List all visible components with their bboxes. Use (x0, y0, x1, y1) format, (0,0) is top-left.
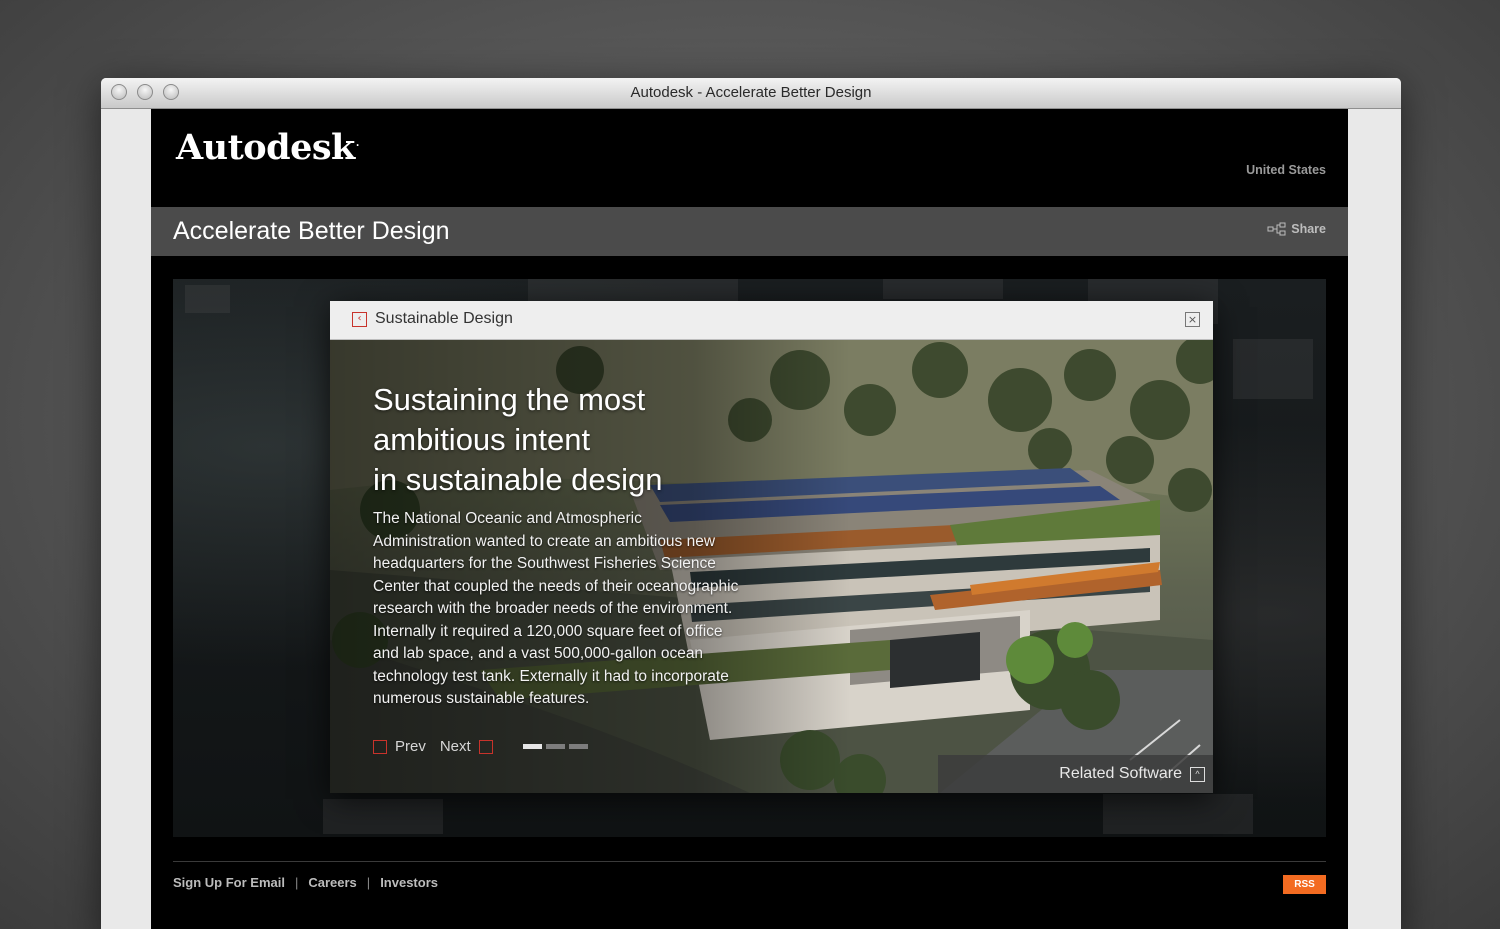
share-label: Share (1291, 222, 1326, 236)
rss-button[interactable]: RSS (1283, 875, 1326, 894)
slide-dot[interactable] (545, 744, 565, 749)
body-line: The National Oceanic and Atmospheric (373, 510, 642, 527)
footer-divider (173, 861, 1326, 862)
modal-title: Sustainable Design (375, 310, 513, 327)
feature-stage: ‹ Sustainable Design × Sustaining the mo… (173, 279, 1326, 837)
body-line: headquarters for the Southwest Fisheries… (373, 555, 716, 572)
body-line: research with the broader needs of the e… (373, 600, 733, 617)
slide-dot-active[interactable] (522, 744, 542, 749)
slide-dot[interactable] (568, 744, 588, 749)
body-line: Center that coupled the needs of their o… (373, 577, 739, 595)
next-button[interactable]: Next (440, 738, 471, 755)
headline-line: ambitious intent (373, 422, 591, 457)
background-tile (528, 279, 738, 301)
expand-up-icon: ^ (1190, 766, 1205, 782)
region-selector[interactable]: United States (1246, 163, 1326, 177)
body-line: technology test tank. Externally it had … (373, 667, 729, 685)
prev-arrow-icon[interactable] (373, 739, 387, 754)
background-tile (323, 799, 443, 834)
body-line: Administration wanted to create an ambit… (373, 532, 716, 550)
body-line: Internally it required a 120,000 square … (373, 622, 723, 640)
window-title: Autodesk - Accelerate Better Design (630, 84, 872, 101)
footer-link-email[interactable]: Sign Up For Email (173, 875, 285, 890)
web-page: Autodesk. United States Accelerate Bette… (151, 109, 1348, 929)
footer-separator: | (366, 875, 371, 890)
background-tile (185, 285, 230, 313)
background-tile (1103, 794, 1253, 834)
sustainable-design-modal: ‹ Sustainable Design × Sustaining the mo… (330, 301, 1213, 793)
building-photo: Sustaining the most ambitious intent in … (330, 340, 1213, 793)
body-line: and lab space, and a vast 500,000-gallon… (373, 645, 704, 662)
feature-description: The National Oceanic and Atmospheric Adm… (373, 508, 773, 711)
page-title: Accelerate Better Design (173, 217, 450, 245)
window-titlebar: Autodesk - Accelerate Better Design (101, 78, 1401, 109)
share-icon (1267, 222, 1286, 236)
footer-links: Sign Up For Email | Careers | Investors (173, 875, 438, 890)
browser-window: Autodesk - Accelerate Better Design Auto… (101, 78, 1401, 929)
related-software-label: Related Software (1059, 765, 1182, 782)
feature-headline: Sustaining the most ambitious intent in … (373, 380, 733, 500)
body-line: numerous sustainable features. (373, 690, 590, 707)
page-title-bar: Accelerate Better Design Share (151, 207, 1348, 256)
headline-line: Sustaining the most (373, 382, 646, 417)
slide-pager: Prev Next (373, 738, 588, 755)
background-tile (1233, 339, 1313, 399)
footer-link-investors[interactable]: Investors (380, 875, 438, 890)
autodesk-logo[interactable]: Autodesk. (176, 127, 359, 168)
footer-separator: | (294, 875, 299, 890)
next-arrow-icon[interactable] (478, 739, 493, 754)
close-icon[interactable]: × (1185, 312, 1200, 327)
prev-button[interactable]: Prev (395, 738, 426, 755)
slide-indicator (522, 744, 588, 749)
back-icon[interactable]: ‹ (352, 312, 367, 327)
background-tile (883, 279, 1003, 299)
modal-header: ‹ Sustainable Design × (330, 301, 1213, 340)
related-software-button[interactable]: Related Software ^ (938, 755, 1213, 793)
footer-link-careers[interactable]: Careers (308, 875, 356, 890)
share-button[interactable]: Share (1267, 222, 1326, 236)
headline-line: in sustainable design (373, 462, 663, 497)
